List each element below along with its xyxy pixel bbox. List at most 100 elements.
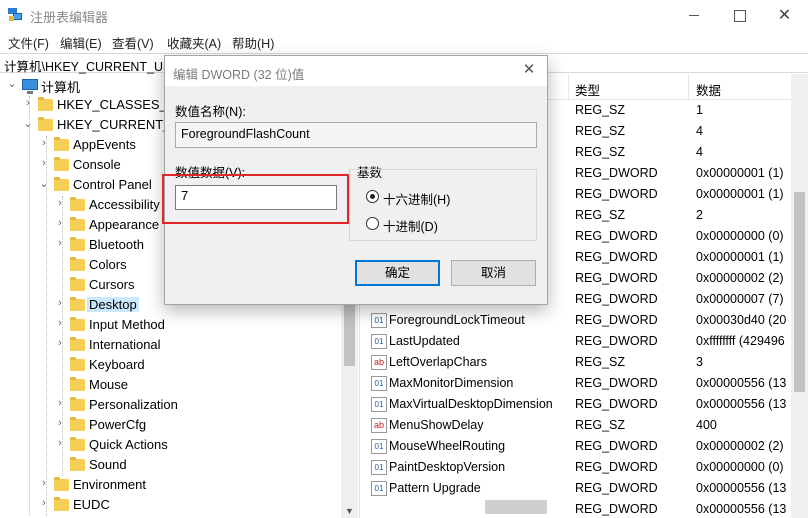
expand-icon[interactable]: › [54, 317, 66, 333]
value-type: REG_DWORD [575, 271, 658, 285]
tree-scrollbar-thumb[interactable] [344, 296, 355, 366]
list-item[interactable]: 01 MaxVirtualDesktopDimension REG_DWORD 0x0… [365, 394, 808, 415]
tree-node-label: Cursors [89, 277, 135, 292]
menu-file[interactable]: 文件(F) [8, 33, 49, 52]
scroll-down-arrow-icon[interactable]: ▼ [341, 506, 358, 516]
list-item[interactable]: ab MenuShowDelay REG_SZ 400 [365, 415, 808, 436]
tree-node-label: EUDC [73, 497, 110, 512]
menu-view[interactable]: 查看(V) [112, 33, 154, 52]
tree-node-label: Colors [89, 257, 127, 272]
value-data: 0x00030d40 (20 [696, 313, 787, 327]
list-item[interactable]: 01 MouseWheelRouting REG_DWORD 0x00000002 (… [365, 436, 808, 457]
expand-icon[interactable]: › [54, 417, 66, 433]
value-data: 0x00000556 (13 [696, 376, 787, 390]
folder-icon [70, 297, 85, 311]
value-data: 0x00000001 (1) [696, 250, 784, 264]
value-data: 0x00000002 (2) [696, 271, 784, 285]
value-type: REG_DWORD [575, 250, 658, 264]
expand-icon[interactable]: › [54, 397, 66, 413]
list-item[interactable]: 01 MaxMonitorDimension REG_DWORD 0x00000556… [365, 373, 808, 394]
folder-icon [54, 477, 69, 491]
list-item[interactable]: 01 Pattern Upgrade REG_DWORD 0x00000556 (13 [365, 478, 808, 499]
menu-help[interactable]: 帮助(H) [232, 33, 274, 52]
expand-icon[interactable]: › [54, 337, 66, 353]
list-item[interactable]: 01 PaintDesktopVersion REG_DWORD 0x00000000… [365, 457, 808, 478]
expand-icon[interactable]: › [54, 437, 66, 453]
value-data: 0x00000000 (0) [696, 229, 784, 243]
collapse-icon[interactable]: ⌄ [22, 117, 34, 133]
value-type: REG_DWORD [575, 439, 658, 453]
value-type: REG_DWORD [575, 187, 658, 201]
expand-icon[interactable]: › [38, 137, 50, 153]
expand-icon[interactable]: › [22, 97, 34, 113]
column-data-header[interactable]: 数据 [696, 80, 721, 99]
tree-node-label: Personalization [89, 397, 178, 412]
folder-icon [70, 417, 85, 431]
collapse-icon[interactable]: ⌄ [6, 77, 18, 93]
dialog-titlebar: 编辑 DWORD (32 位)值 ✕ [165, 56, 547, 86]
value-data: 0x00000007 (7) [696, 292, 784, 306]
tree-guide-line [46, 136, 47, 516]
tree-node-label: PowerCfg [89, 417, 147, 432]
list-item[interactable]: ab LeftOverlapChars REG_SZ 3 [365, 352, 808, 373]
list-item[interactable]: 01 LastUpdated REG_DWORD 0xffffffff (429496 [365, 331, 808, 352]
close-icon: ✕ [777, 7, 792, 24]
tree-node-label: Desktop [87, 297, 139, 312]
maximize-button[interactable] [717, 0, 762, 30]
value-data: 0x00000000 (0) [696, 460, 784, 474]
column-separator[interactable] [568, 74, 569, 100]
radio-hex[interactable] [366, 190, 379, 203]
value-name-field: ForegroundFlashCount [175, 122, 537, 148]
tree-node-label: Quick Actions [89, 437, 168, 452]
value-type: REG_DWORD [575, 334, 658, 348]
value-type: REG_SZ [575, 418, 626, 432]
tree-node-label: Input Method [89, 317, 165, 332]
tree-node-label: Appearance [89, 217, 160, 232]
minimize-button[interactable] [672, 0, 717, 30]
expand-icon[interactable]: › [54, 217, 66, 233]
column-separator[interactable] [688, 74, 689, 100]
binary-value-icon: 01 [371, 481, 387, 496]
tree-node-label: Mouse [89, 377, 129, 392]
expand-icon[interactable]: › [38, 477, 50, 493]
collapse-icon[interactable]: ⌄ [38, 177, 50, 193]
horizontal-scrollbar-thumb[interactable] [485, 500, 547, 514]
folder-icon [38, 97, 53, 111]
close-button[interactable]: ✕ [762, 0, 807, 30]
radio-decimal[interactable] [366, 217, 379, 230]
tree-node-label: AppEvents [73, 137, 136, 152]
value-data: 0x00000001 (1) [696, 166, 784, 180]
folder-icon [54, 157, 69, 171]
column-type-header[interactable]: 类型 [575, 80, 600, 99]
value-type: REG_DWORD [575, 502, 658, 516]
value-type: REG_DWORD [575, 376, 658, 390]
expand-icon[interactable]: › [54, 197, 66, 213]
value-data: 3 [696, 355, 703, 369]
expand-icon[interactable]: › [38, 497, 50, 513]
list-item[interactable]: 01 ForegroundLockTimeout REG_DWORD 0x00030d… [365, 310, 808, 331]
menu-favorites[interactable]: 收藏夹(A) [167, 33, 221, 52]
expand-icon[interactable]: › [38, 157, 50, 173]
tree-node-label: Keyboard [89, 357, 145, 372]
tree-node-label: Control Panel [73, 177, 152, 192]
list-scrollbar-thumb[interactable] [794, 192, 805, 392]
radio-decimal-label[interactable]: 十进制(D) [383, 216, 438, 235]
menu-edit[interactable]: 编辑(E) [60, 33, 102, 52]
expand-icon[interactable]: › [54, 237, 66, 253]
ok-button[interactable]: 确定 [355, 260, 440, 286]
tree-node-label: International [89, 337, 161, 352]
folder-icon [70, 217, 85, 231]
cancel-button[interactable]: 取消 [451, 260, 536, 286]
list-scrollbar[interactable] [791, 74, 808, 518]
value-data: 2 [696, 208, 703, 222]
tree-node-label: Bluetooth [89, 237, 144, 252]
folder-icon [70, 337, 85, 351]
folder-icon [38, 117, 53, 131]
value-data: 0x00000001 (1) [696, 187, 784, 201]
radio-hex-label[interactable]: 十六进制(H) [383, 189, 450, 208]
expand-icon[interactable]: › [54, 297, 66, 313]
dialog-close-button[interactable]: ✕ [515, 60, 543, 82]
list-item[interactable]: REG_DWORD 0x00000556 (13 [365, 499, 808, 518]
value-data: 0x00000556 (13 [696, 502, 787, 516]
folder-icon [70, 317, 85, 331]
